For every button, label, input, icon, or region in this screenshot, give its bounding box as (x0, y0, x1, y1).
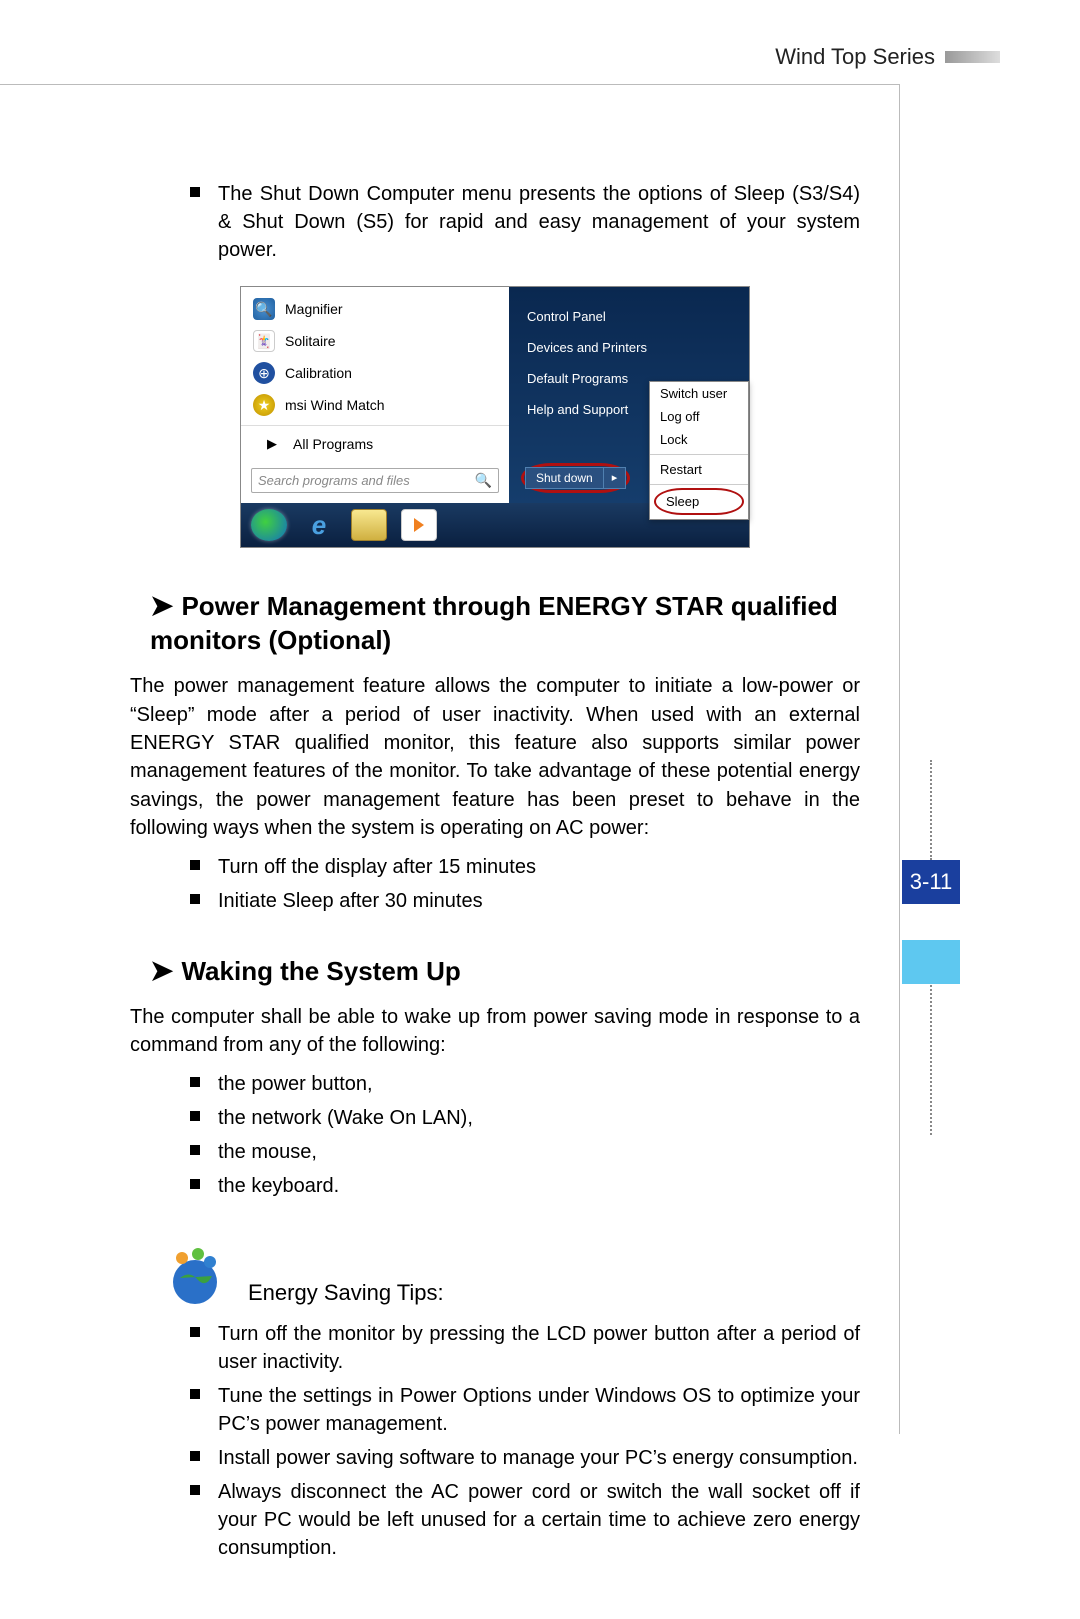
section-arrow-icon: ➤ (150, 590, 173, 621)
bullet-text: Turn off the monitor by pressing the LCD… (218, 1320, 860, 1376)
square-bullet-icon (190, 1111, 200, 1121)
start-item-label: Magnifier (285, 301, 343, 317)
globe-people-icon (160, 1240, 230, 1310)
page-number-tab: 3-11 (902, 860, 960, 904)
calibration-icon: ⊕ (253, 362, 275, 384)
popup-restart[interactable]: Restart (650, 458, 748, 481)
section2-paragraph: The computer shall be able to wake up fr… (130, 1003, 860, 1060)
bullet-text: Tune the settings in Power Options under… (218, 1382, 860, 1438)
start-button-icon[interactable] (251, 509, 287, 541)
explorer-icon[interactable] (351, 509, 387, 541)
square-bullet-icon (190, 1451, 200, 1461)
search-icon: 🔍 (475, 472, 492, 489)
square-bullet-icon (190, 1327, 200, 1337)
search-placeholder: Search programs and files (258, 473, 475, 488)
energy-tips-heading-row: Energy Saving Tips: (130, 1240, 860, 1310)
section1-title: Power Management through ENERGY STAR qua… (150, 591, 838, 655)
bullet-text: Always disconnect the AC power cord or s… (218, 1478, 860, 1562)
section1-paragraph: The power management feature allows the … (130, 672, 860, 842)
bullet-text: the power button, (218, 1070, 373, 1098)
bullet-text: Initiate Sleep after 30 minutes (218, 887, 483, 915)
page-accent-tab (902, 940, 960, 984)
search-programs-input[interactable]: Search programs and files 🔍 (251, 468, 499, 493)
right-rule (899, 84, 900, 1434)
start-menu-right-pane: Control Panel Devices and Printers Defau… (509, 287, 749, 503)
page-content: The Shut Down Computer menu presents the… (130, 180, 860, 1568)
section2-title: Waking the System Up (181, 956, 460, 986)
dotted-line-icon (930, 985, 932, 1135)
shutdown-popup-menu: Switch user Log off Lock Restart Sleep (649, 381, 749, 520)
intro-bullet-row: The Shut Down Computer menu presents the… (190, 180, 860, 264)
shutdown-button-highlight: Shut down ▸ (521, 463, 630, 493)
start-item-magnifier[interactable]: 🔍 Magnifier (241, 293, 509, 325)
page-header: Wind Top Series (775, 44, 1000, 70)
start-item-calibration[interactable]: ⊕ Calibration (241, 357, 509, 389)
section-heading-waking: ➤ Waking the System Up (150, 953, 860, 989)
magnifier-icon: 🔍 (253, 298, 275, 320)
all-programs-label: All Programs (293, 436, 373, 452)
start-menu-screenshot: 🔍 Magnifier 🃏 Solitaire ⊕ Calibration ★ … (240, 286, 750, 548)
start-item-label: Calibration (285, 365, 352, 381)
square-bullet-icon (190, 1389, 200, 1399)
square-bullet-icon (190, 894, 200, 904)
list-item: the mouse, (190, 1138, 860, 1166)
dotted-line-icon (930, 760, 932, 860)
all-programs-item[interactable]: ▶ All Programs (241, 425, 509, 462)
bullet-text: the network (Wake On LAN), (218, 1104, 473, 1132)
popup-separator (650, 484, 748, 485)
list-item: the keyboard. (190, 1172, 860, 1200)
header-title: Wind Top Series (775, 44, 935, 70)
start-item-solitaire[interactable]: 🃏 Solitaire (241, 325, 509, 357)
list-item: Install power saving software to manage … (190, 1444, 860, 1472)
triangle-right-icon: ▶ (261, 436, 283, 452)
bullet-text: Turn off the display after 15 minutes (218, 853, 536, 881)
section-heading-power-management: ➤Power Management through ENERGY STAR qu… (150, 588, 860, 658)
media-player-icon[interactable] (401, 509, 437, 541)
start-item-label: msi Wind Match (285, 397, 385, 413)
energy-tips-title: Energy Saving Tips: (248, 1280, 444, 1306)
popup-separator (650, 454, 748, 455)
start-menu-left-pane: 🔍 Magnifier 🃏 Solitaire ⊕ Calibration ★ … (241, 287, 509, 503)
square-bullet-icon (190, 1485, 200, 1495)
bullet-text: the keyboard. (218, 1172, 339, 1200)
bullet-text: Install power saving software to manage … (218, 1444, 858, 1472)
square-bullet-icon (190, 1179, 200, 1189)
header-bar-icon (945, 51, 1000, 63)
shutdown-button[interactable]: Shut down (525, 467, 603, 489)
popup-sleep-highlight[interactable]: Sleep (654, 488, 744, 515)
top-rule (0, 84, 900, 85)
start-item-label: Solitaire (285, 333, 336, 349)
bullet-text: the mouse, (218, 1138, 317, 1166)
list-item: the network (Wake On LAN), (190, 1104, 860, 1132)
list-item: Initiate Sleep after 30 minutes (190, 887, 860, 915)
square-bullet-icon (190, 187, 200, 197)
solitaire-icon: 🃏 (253, 330, 275, 352)
list-item: Turn off the display after 15 minutes (190, 853, 860, 881)
square-bullet-icon (190, 1145, 200, 1155)
ie-icon[interactable]: e (301, 509, 337, 541)
start-menu: 🔍 Magnifier 🃏 Solitaire ⊕ Calibration ★ … (241, 287, 749, 503)
popup-lock[interactable]: Lock (650, 428, 748, 451)
right-link-devices[interactable]: Devices and Printers (527, 332, 749, 363)
intro-text: The Shut Down Computer menu presents the… (218, 180, 860, 264)
popup-log-off[interactable]: Log off (650, 405, 748, 428)
list-item: Turn off the monitor by pressing the LCD… (190, 1320, 860, 1376)
list-item: Tune the settings in Power Options under… (190, 1382, 860, 1438)
wind-match-icon: ★ (253, 394, 275, 416)
section-arrow-icon: ➤ (150, 955, 173, 986)
list-item: Always disconnect the AC power cord or s… (190, 1478, 860, 1562)
square-bullet-icon (190, 1077, 200, 1087)
start-item-wind-match[interactable]: ★ msi Wind Match (241, 389, 509, 421)
shutdown-arrow-button[interactable]: ▸ (603, 467, 627, 489)
right-link-control-panel[interactable]: Control Panel (527, 301, 749, 332)
popup-switch-user[interactable]: Switch user (650, 382, 748, 405)
square-bullet-icon (190, 860, 200, 870)
list-item: the power button, (190, 1070, 860, 1098)
